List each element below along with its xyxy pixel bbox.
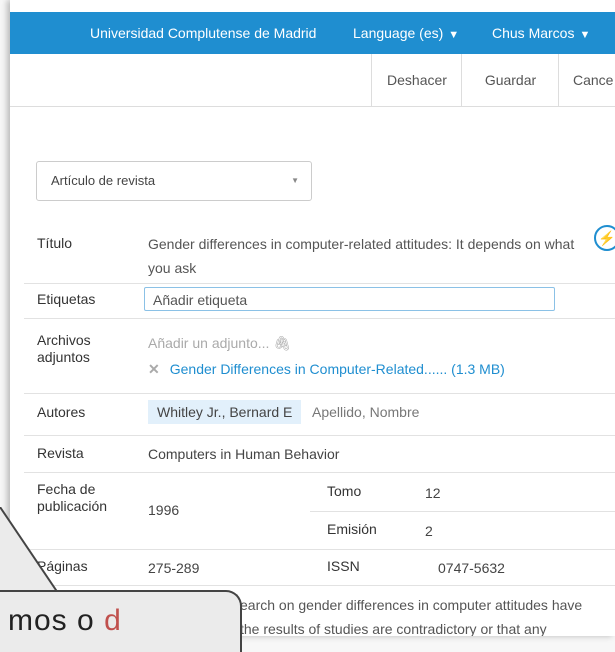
- undo-button[interactable]: Deshacer: [371, 54, 462, 106]
- journal-field[interactable]: Computers in Human Behavior: [148, 446, 339, 462]
- divider: [24, 283, 615, 284]
- attachments-label: Archivos adjuntos: [37, 332, 91, 365]
- callout-text: mos o d: [8, 604, 122, 638]
- authors-label: Autores: [37, 404, 86, 420]
- divider: [24, 472, 615, 473]
- caret-down-icon: ▼: [448, 29, 460, 41]
- language-menu[interactable]: Language (es) ▼: [353, 25, 459, 41]
- callout-accent: d: [104, 604, 122, 637]
- journal-label: Revista: [37, 445, 84, 461]
- callout-tail: [0, 507, 59, 593]
- callout-word: o: [77, 604, 95, 637]
- action-bar: Deshacer Guardar Cance: [10, 54, 615, 107]
- title-field[interactable]: Gender differences in computer-related a…: [148, 232, 596, 280]
- pubdate-field[interactable]: 1996: [148, 502, 179, 518]
- volume-field[interactable]: 12: [425, 485, 441, 501]
- divider: [24, 435, 615, 436]
- issue-label: Emisión: [327, 521, 377, 537]
- divider: [24, 585, 615, 586]
- attachment-item[interactable]: ✕ Gender Differences in Computer-Related.…: [148, 361, 505, 378]
- save-button[interactable]: Guardar: [461, 54, 559, 106]
- institution-link[interactable]: Universidad Complutense de Madrid: [90, 25, 316, 41]
- tags-label: Etiquetas: [37, 291, 96, 307]
- divider: [24, 318, 615, 319]
- divider: [310, 511, 615, 512]
- language-label: Language (es): [353, 25, 444, 41]
- callout-word: mos: [8, 604, 68, 637]
- reference-editor-panel: Universidad Complutense de Madrid Langua…: [10, 0, 615, 636]
- divider: [24, 549, 615, 550]
- attachment-file-link[interactable]: Gender Differences in Computer-Related..…: [170, 361, 505, 377]
- abstract-line: earch on gender differences in computer …: [240, 597, 583, 613]
- volume-label: Tomo: [327, 483, 362, 499]
- add-attachment-link[interactable]: Añadir un adjunto... 🖇: [148, 335, 291, 352]
- user-menu[interactable]: Chus Marcos ▼: [492, 25, 590, 41]
- dropdown-arrow-icon: ▼: [291, 176, 299, 185]
- abstract-line: the results of studies are contradictory…: [240, 621, 547, 636]
- remove-icon[interactable]: ✕: [148, 361, 160, 377]
- cancel-button[interactable]: Cance: [558, 54, 615, 106]
- issue-field[interactable]: 2: [425, 523, 433, 539]
- issn-label: ISSN: [327, 558, 360, 574]
- add-author-input[interactable]: Apellido, Nombre: [312, 404, 419, 420]
- user-name: Chus Marcos: [492, 25, 575, 41]
- author-chip[interactable]: Whitley Jr., Bernard E: [148, 400, 302, 424]
- top-navigation-bar: Universidad Complutense de Madrid Langua…: [10, 12, 615, 54]
- pages-field[interactable]: 275-289: [148, 560, 199, 576]
- title-label: Título: [37, 235, 73, 251]
- lightning-icon[interactable]: ⚡: [594, 225, 615, 251]
- caret-down-icon: ▼: [579, 29, 591, 41]
- item-type-value: Artículo de revista: [51, 173, 156, 188]
- issn-field[interactable]: 0747-5632: [438, 560, 505, 576]
- tags-input[interactable]: Añadir etiqueta: [144, 287, 555, 311]
- item-type-select[interactable]: Artículo de revista ▼: [36, 161, 312, 201]
- divider: [24, 393, 615, 394]
